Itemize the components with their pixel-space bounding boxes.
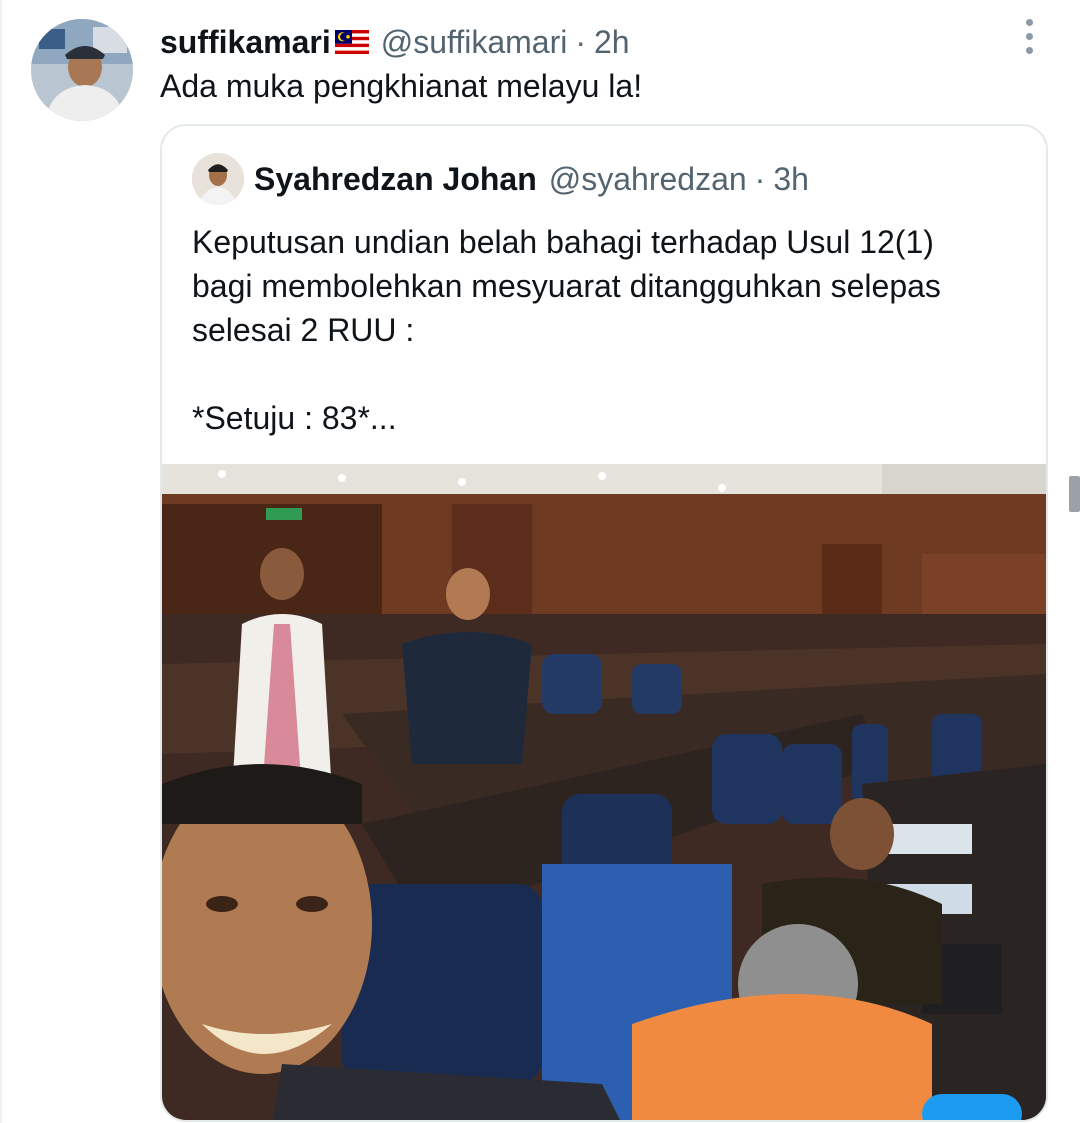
quoted-tweet-header: Syahredzan Johan @syahredzan · 3h bbox=[254, 156, 809, 202]
header-separator: · bbox=[575, 23, 586, 60]
author-avatar[interactable] bbox=[31, 19, 133, 121]
quoted-text-line bbox=[192, 352, 1032, 396]
parliament-chamber-photo bbox=[162, 464, 1046, 1120]
quoted-author-handle[interactable]: @syahredzan bbox=[549, 161, 747, 198]
quoted-tweet-photo[interactable] bbox=[162, 464, 1046, 1120]
malaysia-flag-icon bbox=[334, 30, 369, 54]
quoted-author-avatar[interactable] bbox=[192, 153, 244, 205]
quoted-author-display-name[interactable]: Syahredzan Johan bbox=[254, 161, 537, 198]
quoted-tweet-card[interactable]: Syahredzan Johan @syahredzan · 3h Keputu… bbox=[160, 124, 1048, 1122]
quoted-header-separator: · bbox=[754, 160, 766, 197]
author-avatar-image bbox=[31, 19, 133, 121]
tweet-text: Ada muka pengkhianat melayu la! bbox=[160, 68, 643, 104]
author-handle[interactable]: @suffikamari bbox=[381, 24, 568, 61]
quoted-text-line: *Setuju : 83*... bbox=[192, 400, 397, 436]
tweet-timestamp[interactable]: 2h bbox=[594, 24, 630, 61]
tweet-header: suffikamari @suffikamari · 2h bbox=[160, 20, 630, 64]
quoted-tweet-timestamp[interactable]: 3h bbox=[773, 161, 809, 198]
quoted-tweet-text: Keputusan undian belah bahagi terhadap U… bbox=[192, 220, 1032, 440]
scrollbar-thumb[interactable] bbox=[1069, 476, 1080, 512]
quoted-text-line: bagi membolehkan mesyuarat ditangguhkan … bbox=[192, 268, 941, 304]
quoted-text-line: selesai 2 RUU : bbox=[192, 312, 415, 348]
quoted-author-avatar-image bbox=[192, 153, 244, 205]
timeline-left-border bbox=[0, 0, 2, 1123]
quoted-text-line: Keputusan undian belah bahagi terhadap U… bbox=[192, 224, 934, 260]
more-options-icon[interactable] bbox=[1014, 16, 1044, 56]
author-display-name[interactable]: suffikamari bbox=[160, 24, 331, 61]
